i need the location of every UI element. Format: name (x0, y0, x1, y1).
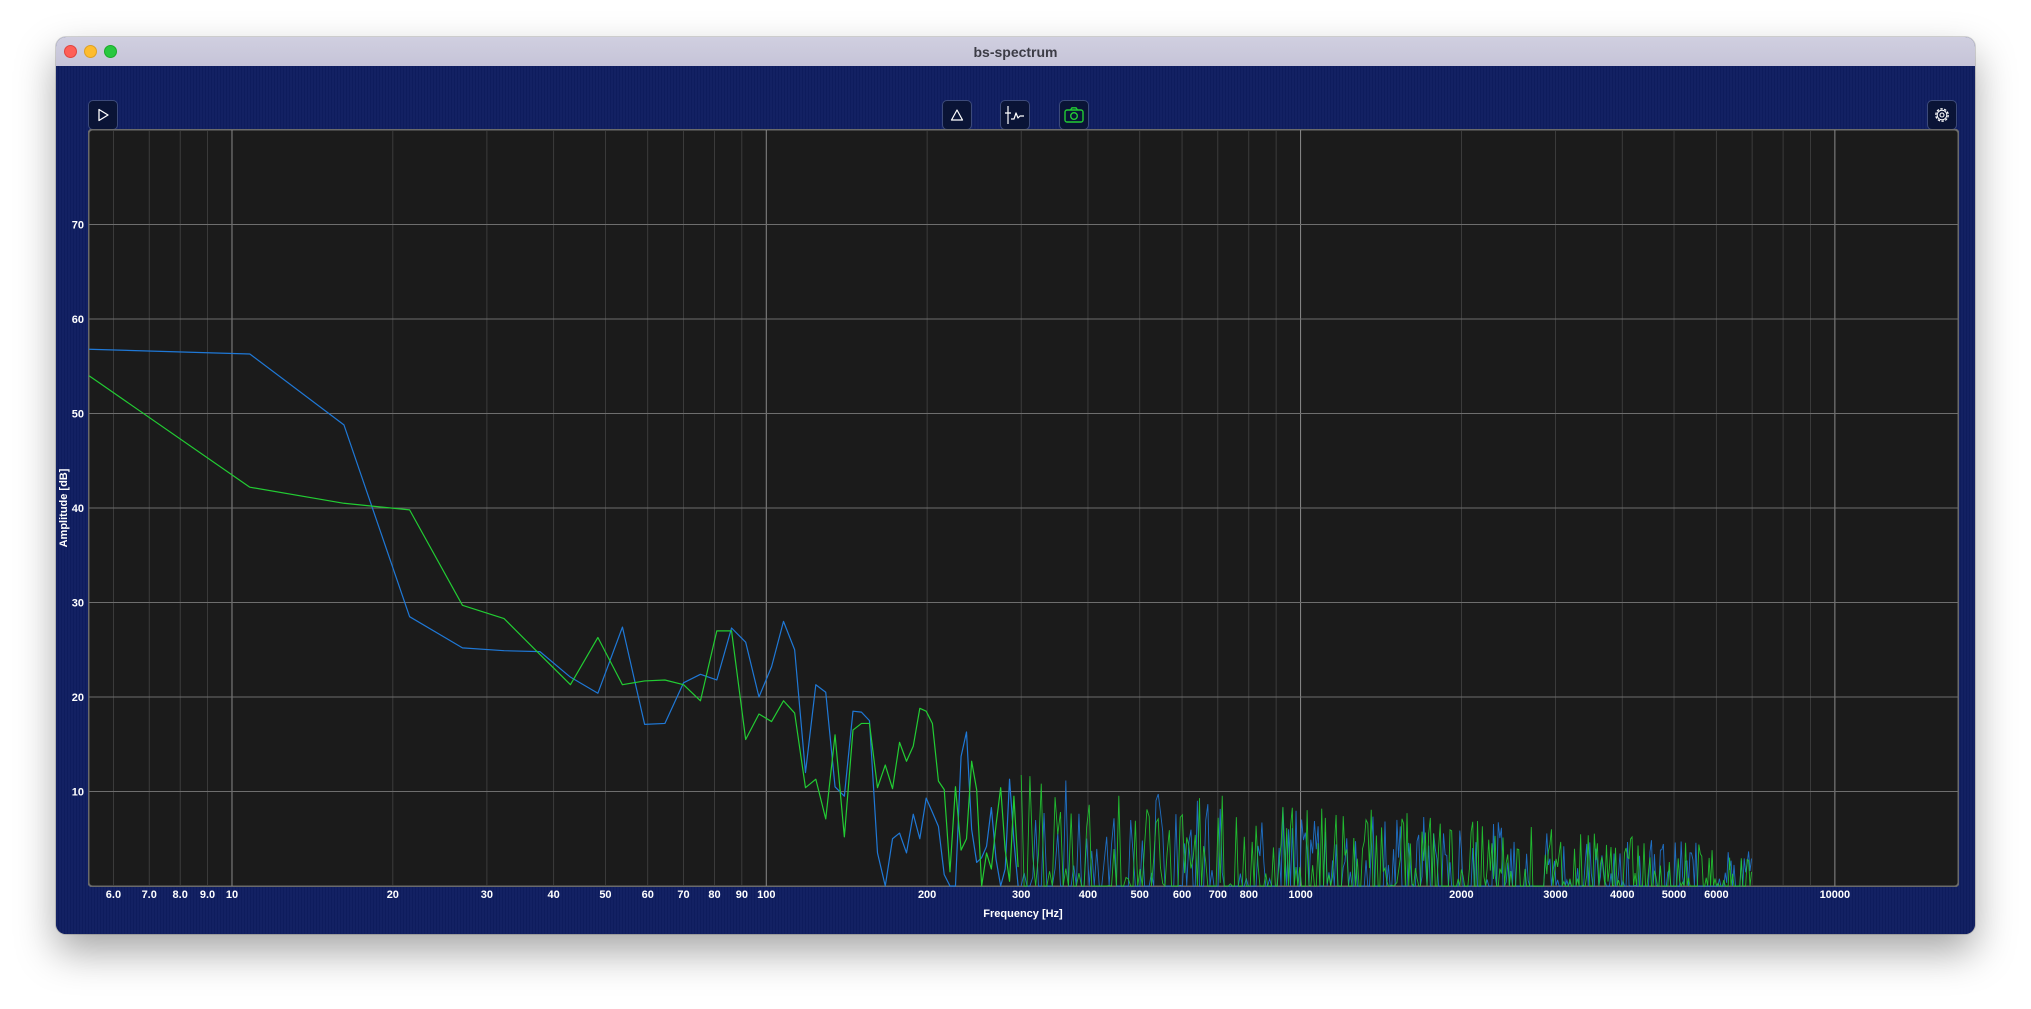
settings-button[interactable] (1927, 100, 1957, 130)
camera-icon (1064, 107, 1084, 123)
play-button[interactable] (88, 100, 118, 130)
delta-icon (950, 109, 964, 121)
spectrum-plot-svg[interactable] (88, 129, 1959, 887)
play-icon (98, 108, 109, 122)
window-title: bs-spectrum (973, 44, 1058, 60)
gear-icon (1935, 108, 1949, 122)
snapshot-button[interactable] (1059, 100, 1089, 130)
trace-marker-icon (1005, 106, 1024, 124)
spectrum-chart[interactable] (88, 129, 1959, 887)
title-bar[interactable]: bs-spectrum (56, 37, 1975, 67)
delta-button[interactable] (942, 100, 972, 130)
trace-marker-button[interactable] (1000, 100, 1030, 130)
